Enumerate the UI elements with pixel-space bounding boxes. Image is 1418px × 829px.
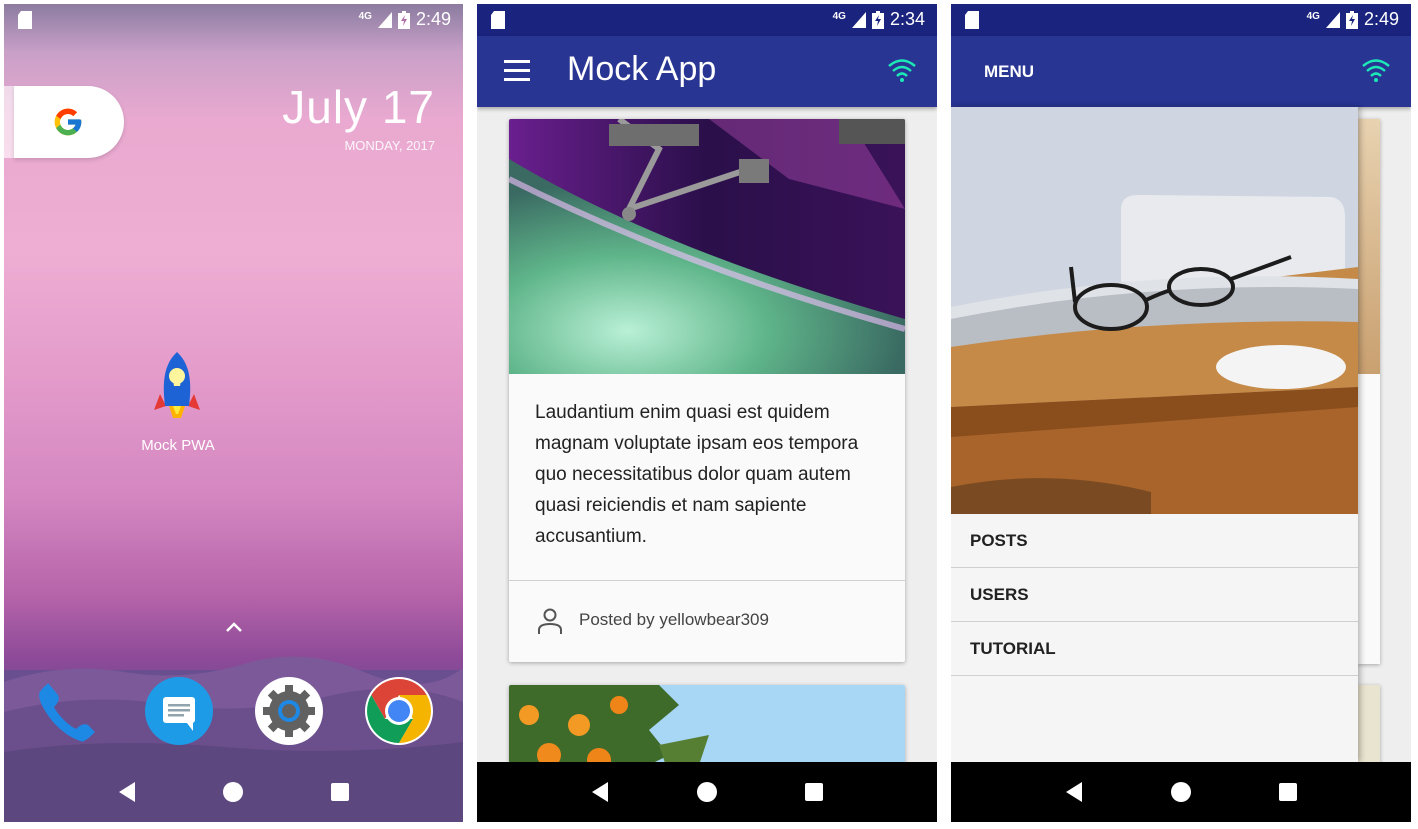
space-station-image [509,119,905,374]
status-bar: 4G 2:49 [951,4,1411,36]
background-card [1358,685,1380,765]
battery-charging-icon [1345,10,1358,29]
post-footer: Posted by yellowbear309 [509,580,905,662]
home-icon[interactable] [1170,781,1192,803]
desk-glasses-image [951,107,1358,514]
navigation-drawer: POSTS USERS TUTORIAL [951,107,1358,762]
back-icon[interactable] [590,781,610,803]
signal-icon [1325,11,1340,28]
battery-charging-icon [871,10,884,29]
post-card[interactable]: Laudantium enim quasi est quidem magnam … [509,119,905,662]
app-bar: Mock App [477,36,937,107]
google-search-pill[interactable] [14,86,124,158]
drawer-item-users[interactable]: USERS [951,568,1358,622]
background-card [1358,119,1380,664]
rocket-icon[interactable] [152,350,202,422]
messages-icon[interactable] [145,677,213,745]
network-type: 4G [1306,11,1320,22]
network-type: 4G [358,11,372,22]
recents-icon[interactable] [1278,782,1298,802]
status-bar: 4G 2:49 [4,4,463,36]
back-icon[interactable] [117,781,137,803]
navigation-bar [477,762,937,822]
home-icon[interactable] [696,781,718,803]
post-author: Posted by yellowbear309 [579,610,769,629]
drawer-screen: 4G 2:49 MENU POSTS USERS TUTORIAL [951,4,1411,822]
signal-icon [851,11,866,28]
settings-icon[interactable] [255,677,323,745]
status-bar: 4G 2:34 [477,4,937,36]
navigation-bar [4,762,463,822]
clock-date[interactable]: July 17 [282,80,435,134]
sd-card-icon [18,11,32,29]
person-icon [538,608,562,634]
recents-icon[interactable] [804,782,824,802]
chrome-logo-icon [367,679,431,743]
post-body: Laudantium enim quasi est quidem magnam … [535,402,859,547]
menu-icon[interactable] [504,60,530,82]
status-time: 2:49 [1363,9,1399,29]
gear-icon [263,685,315,737]
post-image-space [509,119,905,374]
chrome-icon[interactable] [365,677,433,745]
messages-glyph-icon [163,697,195,731]
drawer-item-tutorial[interactable]: TUTORIAL [951,622,1358,676]
app-label[interactable]: Mock PWA [122,437,234,454]
app-bar: MENU [951,36,1411,107]
clock-day: MONDAY, 2017 [344,138,435,153]
home-icon[interactable] [222,781,244,803]
wifi-icon[interactable] [887,58,917,82]
google-g-icon [54,108,82,136]
network-type: 4G [832,11,846,22]
status-time: 2:49 [415,9,451,29]
recents-icon[interactable] [330,782,350,802]
drawer-header-image [951,107,1358,514]
app-title: Mock App [567,50,717,88]
status-time: 2:34 [889,9,925,29]
signal-icon [377,11,392,28]
drawer-menu-label: MENU [984,62,1035,81]
chevron-up-icon[interactable] [224,620,244,634]
sd-card-icon [965,11,979,29]
wifi-icon[interactable] [1361,58,1391,82]
sd-card-icon [491,11,505,29]
app-screen: 4G 2:34 Mock App Laudantium enim quasi e… [477,4,937,822]
battery-charging-icon [397,10,410,29]
phone-icon[interactable] [34,677,102,745]
back-icon[interactable] [1064,781,1084,803]
drawer-item-posts[interactable]: POSTS [951,514,1358,568]
navigation-bar [951,762,1411,822]
home-screen: 4G 2:49 July 17 MONDAY, 2017 Mock PWA [4,4,463,822]
